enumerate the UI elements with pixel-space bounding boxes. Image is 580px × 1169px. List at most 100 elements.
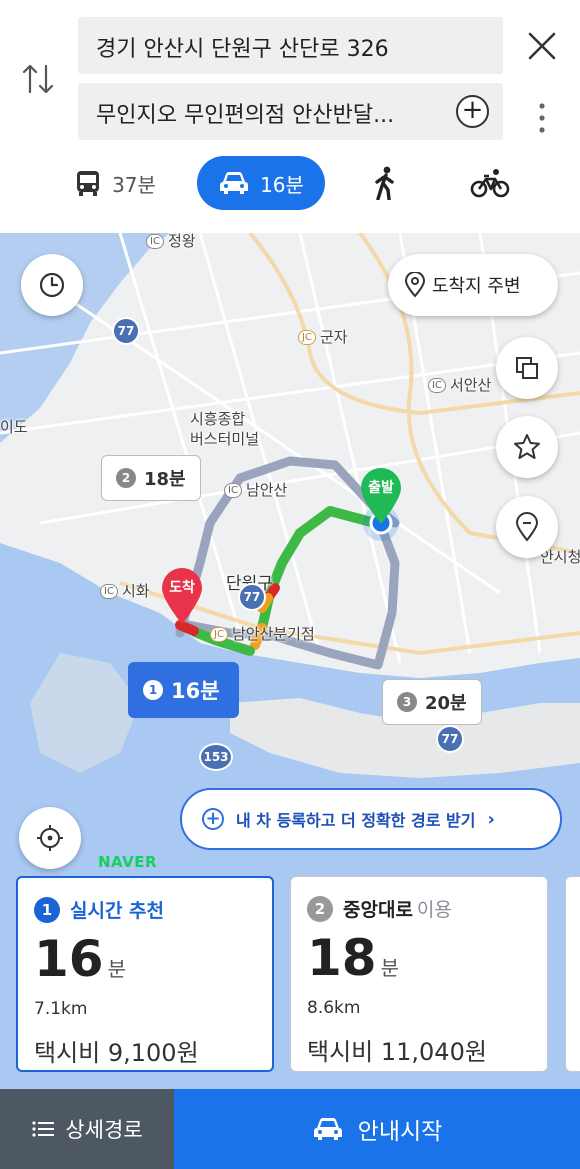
route-card-header: 1 실시간 추천 [34, 896, 256, 923]
plus-circle-icon: + [202, 808, 224, 830]
route-card-number: 2 [307, 895, 333, 922]
route-num-badge: 2 [116, 468, 136, 488]
car-icon [220, 172, 249, 194]
route-card-3[interactable] [565, 876, 580, 1072]
start-marker-label: 출발 [368, 480, 394, 496]
favorite-button[interactable] [496, 416, 558, 478]
jc-badge: JC [210, 627, 228, 642]
label-namansan-jc: JC 남안산분기점 [210, 623, 315, 644]
end-marker-label: 도착 [169, 580, 195, 596]
route-card-number: 1 [34, 896, 60, 923]
label-terminal-line2: 버스터미널 [190, 430, 260, 448]
ic-badge: IC [428, 378, 446, 393]
route-callout-1[interactable]: 1 16분 [128, 662, 239, 718]
route-card-minutes: 18 [307, 929, 377, 987]
crosshair-icon [37, 825, 63, 851]
destination-text: 무인지오 무인편의점 안산반달... [96, 103, 395, 128]
place-pin-icon [515, 512, 539, 542]
tab-bus-label: 37분 [112, 172, 156, 197]
ic-badge: IC [224, 483, 242, 498]
clock-icon [39, 272, 65, 298]
route-card-title: 실시간 추천 [70, 900, 165, 922]
layers-icon [516, 357, 538, 379]
label-seoansan-text: 서안산 [449, 376, 492, 394]
label-sihwa: IC 시화 [100, 580, 150, 601]
route-card-unit: 분 [380, 956, 399, 980]
route-callout-2[interactable]: 2 18분 [101, 455, 201, 501]
bottom-action-bar: 상세경로 안내시작 [0, 1089, 580, 1169]
jc-badge: JC [298, 330, 316, 345]
swap-icon[interactable] [20, 58, 58, 102]
route-shield-77: 77 [112, 317, 140, 345]
place-pin-button[interactable] [496, 496, 558, 558]
list-icon [32, 1121, 55, 1137]
route-card-time: 16 분 [34, 931, 256, 997]
start-navigation-label: 안내시작 [357, 1119, 443, 1145]
label-seoansan: IC 서안산 [428, 374, 491, 395]
route-card-distance: 8.6km [307, 998, 361, 1018]
car-icon [313, 1118, 342, 1140]
route-card-time: 18 분 [307, 930, 531, 996]
label-ido: 이도 [0, 418, 28, 436]
start-marker[interactable]: 출발 [357, 466, 405, 526]
bike-icon [470, 169, 510, 198]
destination-field[interactable]: 무인지오 무인편의점 안산반달... + [78, 83, 503, 140]
route-callout-time: 18분 [144, 469, 186, 490]
route-callout-time: 16분 [171, 679, 220, 703]
my-location-button[interactable] [19, 807, 81, 869]
end-marker[interactable]: 도착 [158, 566, 206, 626]
route-shield-153: 153 [199, 743, 233, 771]
detail-route-label: 상세경로 [65, 1118, 143, 1142]
detail-route-button[interactable]: 상세경로 [0, 1089, 174, 1169]
transport-mode-tabs: 37분 16분 [0, 156, 580, 212]
origin-text: 경기 안산시 단원구 산단로 326 [96, 37, 389, 62]
label-gunja: JC 군자 [298, 326, 348, 347]
label-jeongwang-text: 정왕 [167, 233, 196, 250]
tab-car[interactable]: 16분 [197, 156, 325, 210]
route-num-badge: 1 [143, 680, 163, 700]
route-num-badge: 3 [397, 692, 417, 712]
route-search-header: 경기 안산시 단원구 산단로 326 무인지오 무인편의점 안산반달... + … [0, 0, 580, 233]
label-bus-terminal: 시흥종합버스터미널 [190, 409, 259, 449]
tab-bus[interactable]: 37분 [60, 156, 170, 210]
register-car-banner[interactable]: + 내 차 등록하고 더 정확한 경로 받기 › [180, 788, 562, 850]
tab-walk[interactable] [370, 156, 410, 210]
tab-car-label: 16분 [260, 172, 304, 197]
bus-icon [77, 171, 100, 196]
location-pin-icon [404, 272, 426, 298]
close-icon[interactable] [523, 27, 561, 65]
layers-button[interactable] [496, 337, 558, 399]
walk-icon [375, 166, 394, 200]
label-namansan-jc-text: 남안산분기점 [231, 625, 315, 643]
route-card-fare: 택시비 9,100원 [34, 1039, 199, 1067]
label-terminal-line1: 시흥종합 [190, 410, 246, 428]
naver-logo: NAVER [98, 853, 158, 871]
route-card-minutes: 16 [34, 930, 104, 988]
nearby-label: 도착지 주변 [432, 276, 521, 297]
history-button[interactable] [21, 254, 83, 316]
label-sihwa-text: 시화 [121, 582, 150, 600]
route-card-2[interactable]: 2 중앙대로 이용 18 분 8.6km 택시비 11,040원 [290, 876, 548, 1072]
route-card-title: 중앙대로 [343, 899, 413, 921]
add-waypoint-button[interactable]: + [456, 95, 489, 128]
label-gunja-text: 군자 [319, 328, 348, 346]
route-shield-77: 77 [238, 583, 266, 611]
route-shield-77: 77 [436, 725, 464, 753]
route-callout-3[interactable]: 3 20분 [382, 679, 482, 725]
route-card-fare: 택시비 11,040원 [307, 1038, 487, 1066]
label-namansan-text: 남안산 [245, 481, 288, 499]
destination-nearby-button[interactable]: 도착지 주변 [388, 254, 558, 316]
tab-bike[interactable] [470, 156, 520, 210]
star-icon [514, 434, 540, 459]
label-jeongwang: IC 정왕 [146, 233, 196, 251]
origin-field[interactable]: 경기 안산시 단원구 산단로 326 [78, 17, 503, 74]
more-options-icon[interactable] [530, 100, 554, 136]
route-card-unit: 분 [107, 957, 126, 981]
route-card-distance: 7.1km [34, 999, 88, 1019]
route-card-1[interactable]: 1 실시간 추천 16 분 7.1km 택시비 9,100원 [16, 876, 274, 1072]
route-card-header: 2 중앙대로 이용 [307, 895, 531, 922]
start-navigation-button[interactable]: 안내시작 [174, 1089, 580, 1169]
register-banner-text: 내 차 등록하고 더 정확한 경로 받기 [236, 811, 476, 830]
ic-badge: IC [146, 234, 164, 249]
ic-badge: IC [100, 584, 118, 599]
